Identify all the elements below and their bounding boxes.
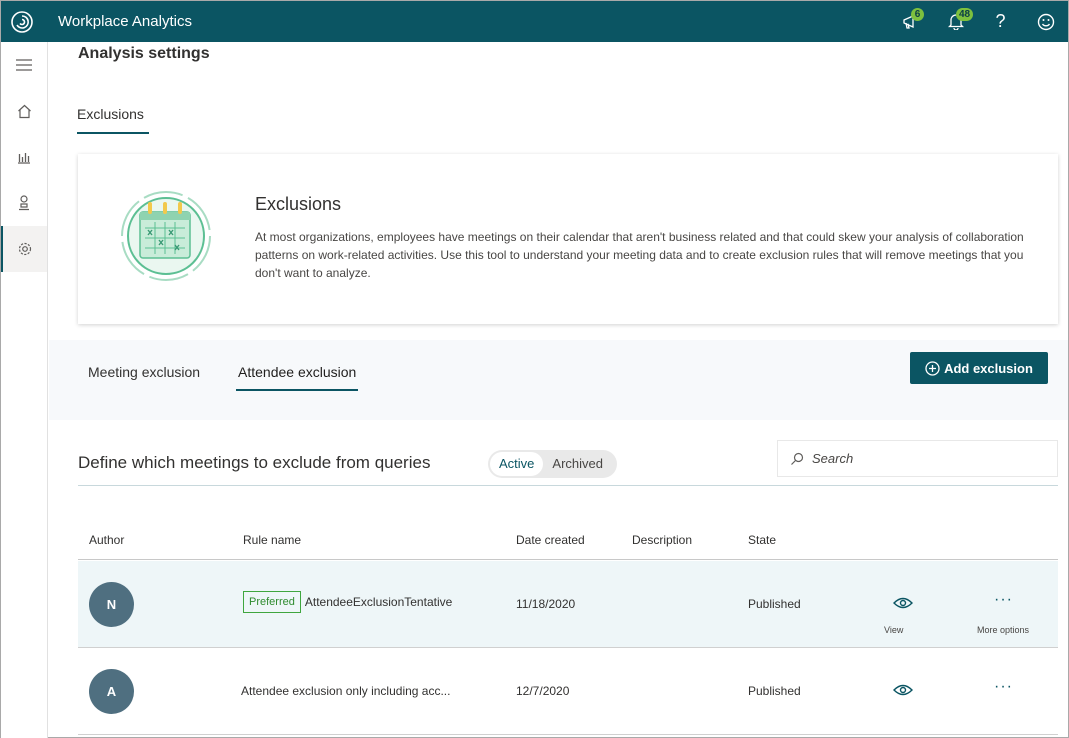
person-pin-icon [19, 195, 29, 211]
app-title: Workplace Analytics [58, 13, 192, 30]
toggle-active[interactable]: Active [490, 452, 544, 476]
notifications-badge: 48 [956, 8, 974, 21]
page-title: Analysis settings [78, 45, 210, 62]
search-box [777, 440, 1058, 477]
date-created: 11/18/2020 [516, 597, 576, 611]
announcements-button[interactable]: 6 [888, 1, 933, 42]
top-bar: Workplace Analytics 6 48 ? [1, 1, 1068, 42]
view-button[interactable] [891, 684, 915, 699]
tab-attendee-exclusion[interactable]: Attendee exclusion [236, 364, 359, 391]
eye-icon [893, 597, 913, 609]
more-options-button[interactable]: ··· [994, 591, 1013, 609]
card-description: At most organizations, employees have me… [255, 230, 1024, 280]
column-description[interactable]: Description [632, 533, 692, 547]
nav-settings[interactable] [1, 226, 47, 272]
ellipsis-icon: ··· [994, 591, 1013, 608]
bar-chart-icon [18, 153, 30, 164]
column-author[interactable]: Author [89, 533, 124, 547]
rule-name: Attendee exclusion only including acc... [241, 684, 451, 698]
toggle-archived[interactable]: Archived [543, 452, 612, 476]
preferred-badge: Preferred [243, 591, 301, 613]
divider [78, 485, 1058, 486]
add-exclusion-label: Add exclusion [944, 360, 1033, 376]
column-date-created[interactable]: Date created [516, 533, 585, 547]
tab-meeting-exclusion[interactable]: Meeting exclusion [86, 364, 202, 389]
nav-analyze[interactable] [1, 134, 47, 180]
left-nav [1, 42, 48, 738]
app-logo-icon[interactable] [1, 1, 43, 42]
more-options-label: More options [977, 625, 1030, 635]
menu-button[interactable] [1, 42, 47, 88]
table-row[interactable]: A Attendee exclusion only including acc.… [78, 648, 1058, 735]
exclusion-tabs: Meeting exclusion Attendee exclusion Add… [49, 340, 1068, 420]
card-title: Exclusions [255, 194, 342, 214]
eye-icon [893, 684, 913, 696]
view-label: View [884, 625, 904, 635]
table-header: Author Rule name Date created Descriptio… [78, 522, 1058, 560]
plus-circle-icon [925, 360, 940, 376]
section-title: Define which meetings to exclude from qu… [78, 453, 431, 472]
table-row[interactable]: N Preferred AttendeeExclusionTentative 11… [78, 561, 1058, 648]
search-icon [791, 452, 804, 465]
announcements-badge: 6 [911, 8, 924, 21]
main-content: Analysis settings Exclusions Exclusions … [49, 42, 1068, 738]
tab-exclusions[interactable]: Exclusions [77, 106, 149, 134]
calendar-illustration-icon [118, 188, 214, 289]
column-state[interactable]: State [748, 533, 776, 547]
hamburger-icon [16, 59, 32, 71]
state: Published [748, 597, 801, 611]
rule-name-cell: Preferred AttendeeExclusionTentative [243, 591, 452, 613]
info-card: Exclusions At most organizations, employ… [78, 154, 1058, 324]
nav-home[interactable] [1, 88, 47, 134]
help-icon: ? [995, 11, 1006, 31]
feedback-button[interactable] [1023, 1, 1068, 42]
active-archived-toggle: Active Archived [488, 450, 617, 478]
add-exclusion-button[interactable]: Add exclusion [910, 352, 1048, 384]
avatar: N [89, 582, 134, 627]
help-button[interactable]: ? [978, 1, 1023, 42]
more-options-button[interactable]: ··· [994, 678, 1013, 696]
notifications-button[interactable]: 48 [933, 1, 978, 42]
smiley-icon [1037, 13, 1054, 30]
search-input[interactable] [812, 451, 1032, 466]
view-button[interactable] [891, 597, 915, 612]
date-created: 12/7/2020 [516, 684, 570, 698]
ellipsis-icon: ··· [994, 678, 1013, 695]
nav-explore[interactable] [1, 180, 47, 226]
home-icon [17, 104, 31, 118]
column-rule-name[interactable]: Rule name [243, 533, 301, 547]
avatar: A [89, 669, 134, 714]
state: Published [748, 684, 801, 698]
rule-name: AttendeeExclusionTentative [304, 595, 453, 609]
gear-icon [18, 242, 32, 256]
